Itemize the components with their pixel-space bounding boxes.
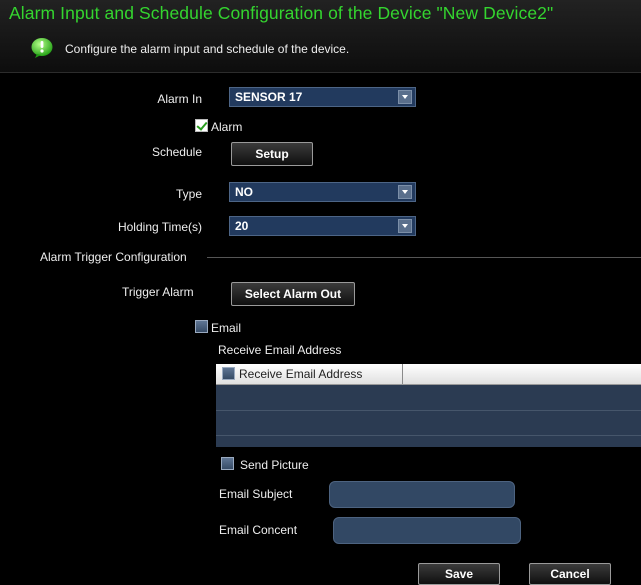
cancel-button[interactable]: Cancel [529,563,611,585]
type-label: Type [175,187,202,201]
info-icon [31,38,53,58]
alarm-checkbox-label: Alarm [211,120,243,134]
email-checkbox-label: Email [211,321,242,335]
type-select[interactable]: NO [229,182,416,202]
email-subject-label: Email Subject [219,487,293,501]
send-picture-checkbox[interactable] [221,457,234,470]
schedule-label: Schedule [151,145,202,159]
table-row-divider [216,435,641,436]
trigger-alarm-label: Trigger Alarm [122,285,194,299]
select-all-checkbox[interactable] [222,367,235,380]
table-header: Receive Email Address [216,364,641,385]
email-content-input[interactable] [333,517,521,544]
select-alarm-out-button[interactable]: Select Alarm Out [231,282,355,306]
page-header: Alarm Input and Schedule Configuration o… [0,0,641,73]
alarm-in-label: Alarm In [157,92,202,106]
email-checkbox[interactable] [195,320,208,333]
page-title: Alarm Input and Schedule Configuration o… [9,3,554,23]
table-header-cell[interactable]: Receive Email Address [216,364,403,384]
chevron-down-icon[interactable] [398,185,412,199]
table-header-label: Receive Email Address [239,367,363,381]
alarm-in-value: SENSOR 17 [235,90,303,104]
receive-email-label: Receive Email Address [218,343,342,357]
section-divider [207,257,641,258]
trigger-section-title: Alarm Trigger Configuration [40,250,187,264]
chevron-down-icon[interactable] [398,219,412,233]
holding-time-label: Holding Time(s) [117,220,202,234]
save-button[interactable]: Save [418,563,500,585]
chevron-down-icon[interactable] [398,90,412,104]
holding-time-select[interactable]: 20 [229,216,416,236]
holding-time-value: 20 [235,219,249,233]
alarm-checkbox[interactable] [195,119,208,132]
email-subject-input[interactable] [329,481,515,508]
type-value: NO [235,185,253,199]
email-content-label: Email Concent [219,523,298,537]
page-subtitle: Configure the alarm input and schedule o… [65,42,350,56]
email-address-table[interactable]: Receive Email Address [216,364,641,447]
table-row-divider [216,410,641,411]
send-picture-label: Send Picture [240,458,309,472]
alarm-in-select[interactable]: SENSOR 17 [229,87,416,107]
setup-button[interactable]: Setup [231,142,313,166]
